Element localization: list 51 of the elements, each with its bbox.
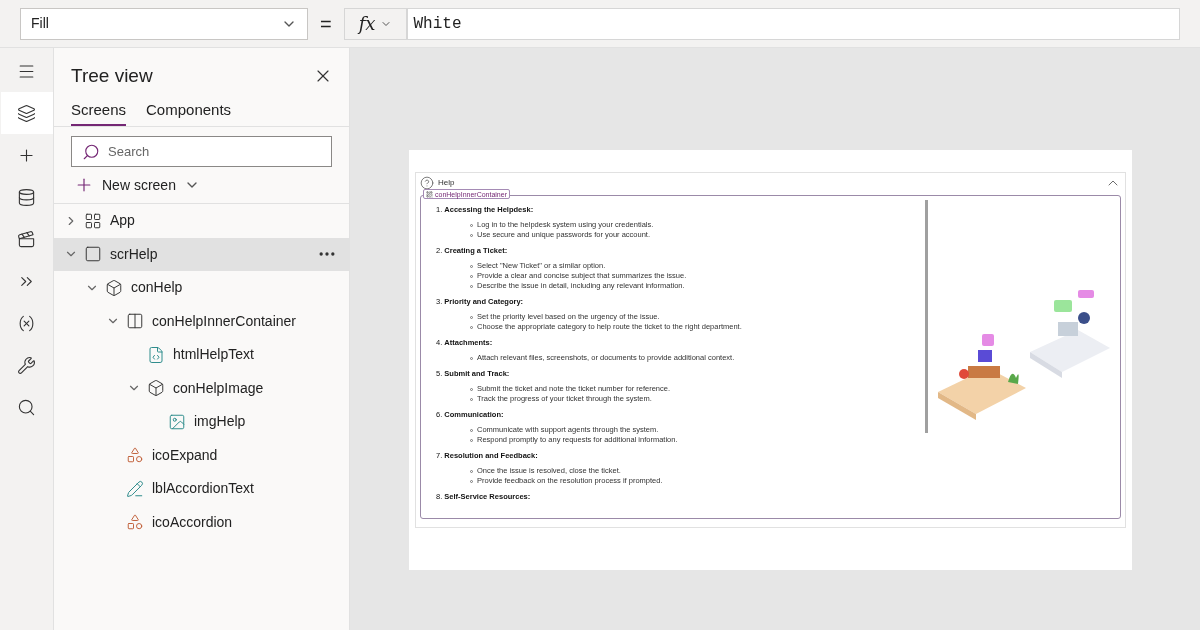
screen-icon: [84, 245, 102, 264]
formula-input[interactable]: White: [406, 7, 1180, 40]
search-icon: [17, 397, 36, 417]
help-icon: [420, 176, 434, 190]
tree-item-label: conHelpInnerContainer: [152, 311, 296, 331]
tree-item[interactable]: icoAccordion: [54, 505, 349, 539]
fx-button[interactable]: fx: [343, 7, 407, 40]
tools-icon: [17, 355, 36, 375]
tree-item-label: conHelp: [131, 278, 183, 298]
pencil-icon: [126, 479, 144, 498]
scrollbar[interactable]: [925, 200, 928, 433]
shapes-icon: [126, 513, 144, 532]
tree-item[interactable]: conHelp: [54, 271, 349, 305]
tree-item[interactable]: lblAccordionText: [54, 472, 349, 506]
panel-title: Tree view: [71, 64, 153, 88]
layers-icon: [17, 103, 36, 123]
code-file-icon: [147, 345, 165, 364]
new-screen-button[interactable]: New screen: [74, 175, 349, 195]
tree-item-label: scrHelp: [110, 244, 158, 264]
tree-item[interactable]: conHelpInnerContainer: [54, 304, 349, 338]
database-icon: [17, 187, 36, 207]
tree-item-label: imgHelp: [194, 412, 246, 432]
tree-item[interactable]: scrHelp: [54, 237, 349, 271]
cube-icon: [147, 379, 165, 398]
shapes-icon: [126, 446, 144, 465]
tree-item[interactable]: icoExpand: [54, 438, 349, 472]
rail-button[interactable]: [0, 92, 53, 134]
tab[interactable]: Components: [146, 98, 232, 126]
tree-item-label: lblAccordionText: [152, 479, 254, 499]
tree-item-label: conHelpImage: [173, 378, 264, 398]
tab[interactable]: Screens: [71, 98, 127, 126]
equals-sign: =: [320, 11, 332, 37]
tree-item-label: App: [110, 211, 135, 231]
columns-icon: [126, 312, 144, 331]
header-label: Help: [438, 177, 455, 189]
cube-icon: [105, 278, 123, 297]
app-icon: [84, 211, 102, 230]
search-icon: [82, 142, 100, 161]
variable-icon: [17, 313, 36, 333]
search-field[interactable]: Search: [71, 136, 332, 167]
tree-item[interactable]: imgHelp: [54, 405, 349, 439]
tree-item[interactable]: App: [54, 204, 349, 238]
tree-item-label: icoAccordion: [152, 512, 233, 532]
tree-item-label: icoExpand: [152, 445, 218, 465]
tree-item[interactable]: htmlHelpText: [54, 338, 349, 372]
image-icon: [168, 412, 186, 431]
tree-item[interactable]: conHelpImage: [54, 371, 349, 405]
container-icon: [426, 190, 433, 198]
media-icon: [17, 229, 36, 249]
property-dropdown[interactable]: Fill: [20, 7, 308, 40]
tree-item-label: htmlHelpText: [173, 345, 254, 365]
